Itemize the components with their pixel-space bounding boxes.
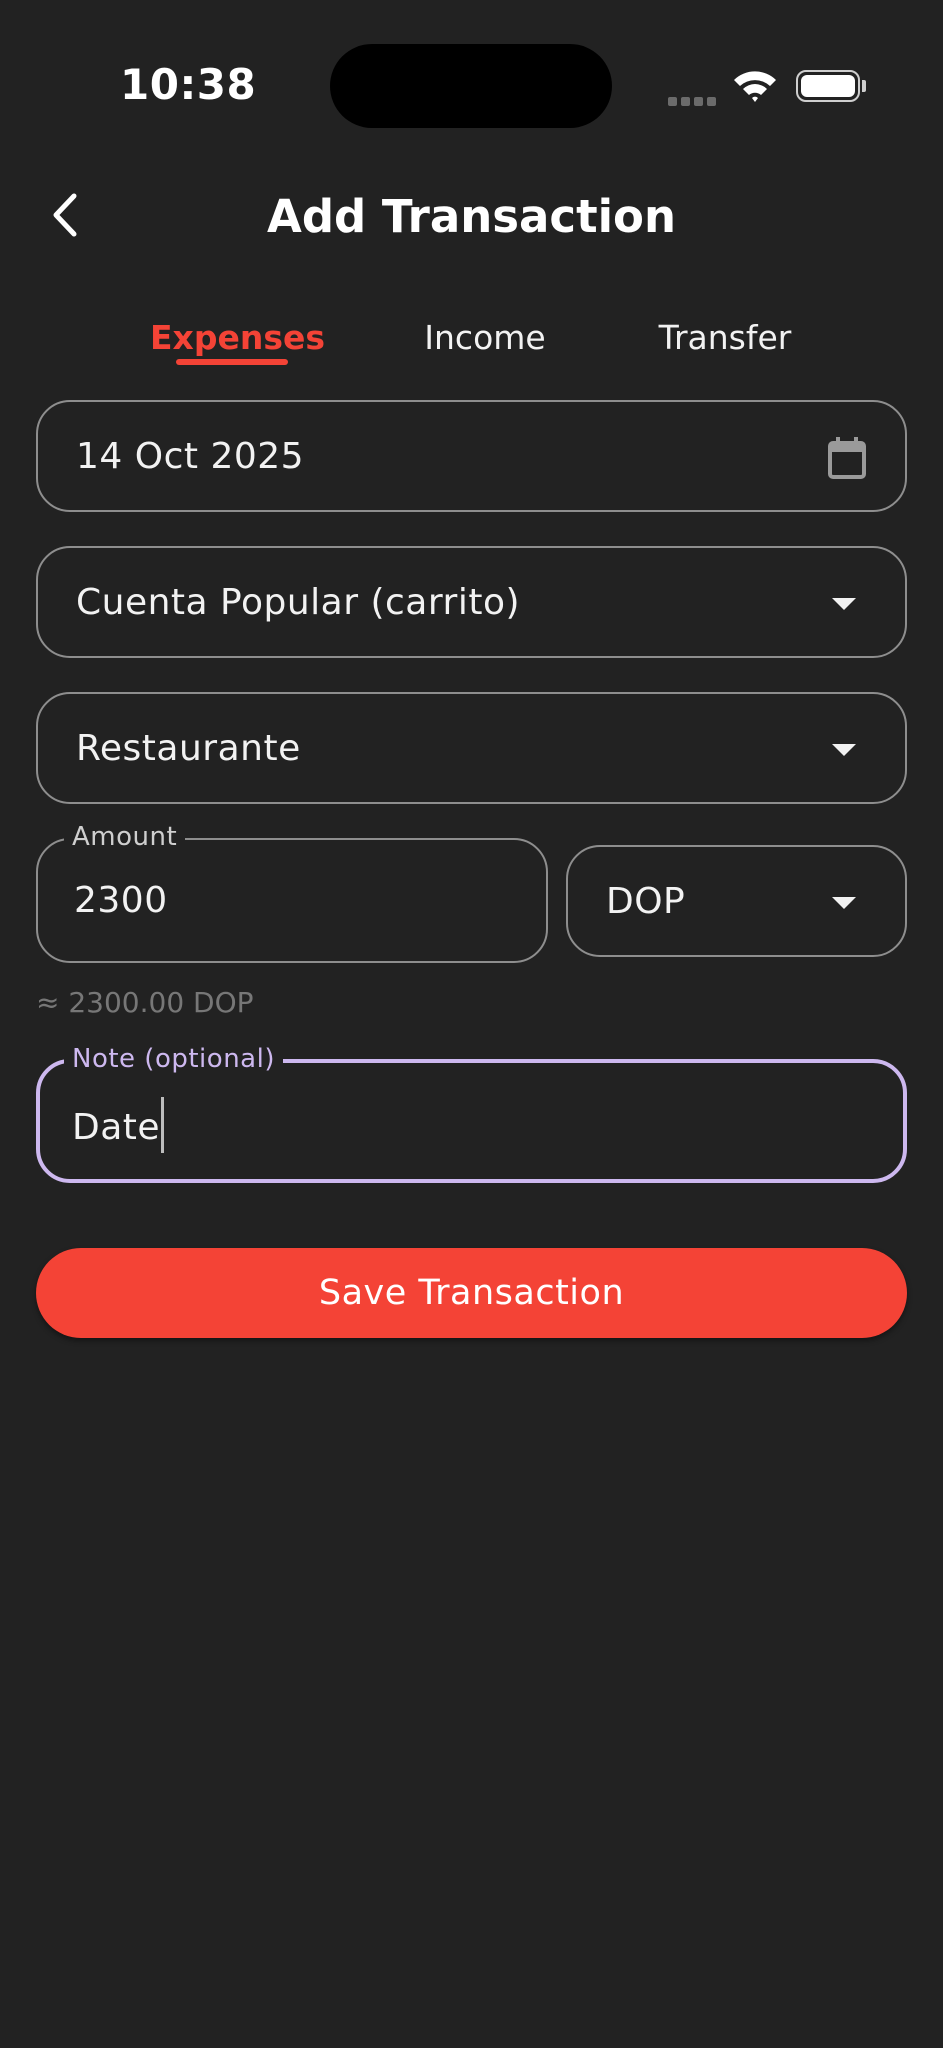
currency-select[interactable]: DOP [566,845,907,957]
category-select[interactable]: Restaurante [36,692,907,804]
cellular-signal-icon [668,91,720,110]
account-select[interactable]: Cuenta Popular (carrito) [36,546,907,658]
battery-icon [796,70,860,102]
calendar-icon[interactable] [827,436,867,484]
note-input[interactable]: Date [36,1059,907,1183]
date-field[interactable]: 14 Oct 2025 [36,400,907,512]
wifi-icon [732,68,778,108]
category-value: Restaurante [76,728,301,769]
tab-transfer[interactable]: Transfer [650,318,800,357]
converted-amount-hint: ≈ 2300.00 DOP [36,986,254,1019]
status-time: 10:38 [120,60,257,109]
save-transaction-button[interactable]: Save Transaction [36,1248,907,1338]
text-cursor [161,1097,165,1153]
tab-active-indicator [176,359,288,365]
note-label: Note (optional) [64,1044,283,1074]
chevron-down-icon [832,744,856,756]
currency-value: DOP [606,881,686,922]
tab-expenses[interactable]: Expenses [150,318,325,357]
tab-income[interactable]: Income [410,318,560,357]
account-value: Cuenta Popular (carrito) [76,582,521,623]
amount-value: 2300 [74,880,168,921]
date-value: 14 Oct 2025 [76,436,305,477]
dynamic-island [330,44,612,128]
battery-tip [862,80,866,92]
amount-label: Amount [64,822,186,852]
note-value: Date [72,1097,165,1157]
chevron-down-icon [832,598,856,610]
amount-field[interactable]: 2300 [36,838,548,963]
page-title: Add Transaction [267,190,676,243]
chevron-down-icon [832,897,856,909]
